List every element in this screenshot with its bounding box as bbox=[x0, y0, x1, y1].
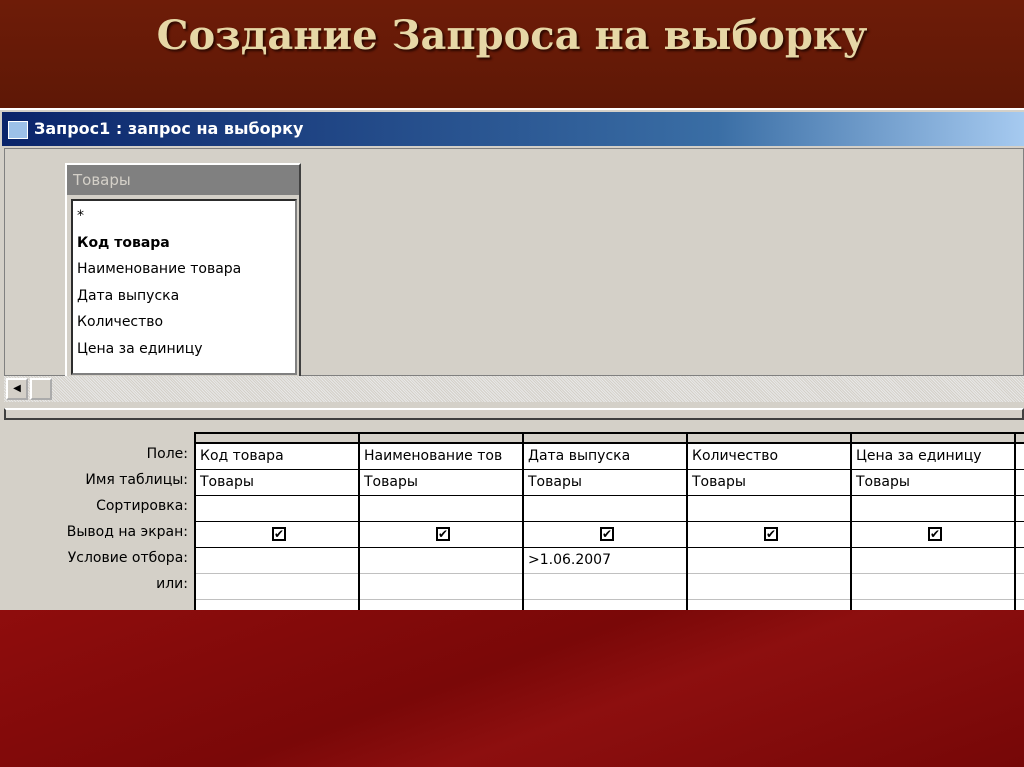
field-item[interactable]: Код товара bbox=[77, 230, 291, 257]
field-item[interactable]: Цена за единицу bbox=[77, 336, 291, 363]
column-selector[interactable] bbox=[688, 432, 850, 444]
window-title: Запрос1 : запрос на выборку bbox=[34, 119, 304, 138]
field-item[interactable]: Наименование товара bbox=[77, 256, 291, 283]
field-item[interactable]: * bbox=[77, 203, 291, 230]
grid-cell-show[interactable]: ✔ bbox=[688, 522, 850, 548]
grid-column bbox=[1014, 432, 1024, 626]
grid-cell-criteria[interactable] bbox=[1016, 548, 1024, 574]
row-label: Поле: bbox=[146, 446, 188, 462]
grid-cell-table[interactable]: Товары bbox=[688, 470, 850, 496]
grid-cell-sort[interactable] bbox=[688, 496, 850, 522]
grid-cell-sort[interactable] bbox=[1016, 496, 1024, 522]
grid-cell-criteria[interactable] bbox=[360, 548, 522, 574]
grid-cell-field[interactable]: Наименование тов bbox=[360, 444, 522, 470]
grid-cell-show[interactable]: ✔ bbox=[524, 522, 686, 548]
table-pane: Товары * Код товара Наименование товара … bbox=[4, 148, 1024, 379]
column-selector[interactable] bbox=[524, 432, 686, 444]
grid-cell-criteria[interactable]: >1.06.2007 bbox=[524, 548, 686, 574]
scroll-left-icon[interactable]: ◀ bbox=[6, 378, 28, 400]
grid-cell-criteria[interactable] bbox=[688, 548, 850, 574]
show-checkbox[interactable]: ✔ bbox=[272, 527, 286, 541]
grid-column: Цена за единицу Товары ✔ bbox=[850, 432, 1014, 626]
grid-cell-table[interactable]: Товары bbox=[852, 470, 1014, 496]
query-icon bbox=[8, 121, 28, 139]
grid-cell-field[interactable]: Количество bbox=[688, 444, 850, 470]
field-item[interactable]: Дата выпуска bbox=[77, 283, 291, 310]
pane-splitter[interactable] bbox=[4, 408, 1024, 420]
field-list-window[interactable]: Товары * Код товара Наименование товара … bbox=[65, 163, 301, 379]
show-checkbox[interactable]: ✔ bbox=[928, 527, 942, 541]
grid-cell-or[interactable] bbox=[196, 574, 358, 600]
scroll-thumb[interactable] bbox=[30, 378, 52, 400]
field-item[interactable]: Количество bbox=[77, 309, 291, 336]
grid-cell-criteria[interactable] bbox=[852, 548, 1014, 574]
grid-column: Код товара Товары ✔ bbox=[194, 432, 358, 626]
query-window: Запрос1 : запрос на выборку Товары * Код… bbox=[0, 108, 1024, 626]
slide-title: Создание Запроса на выборку bbox=[156, 12, 868, 59]
show-checkbox[interactable]: ✔ bbox=[600, 527, 614, 541]
grid-cell-or[interactable] bbox=[1016, 574, 1024, 600]
row-label: или: bbox=[156, 576, 188, 592]
grid-column: Количество Товары ✔ bbox=[686, 432, 850, 626]
grid-cell-field[interactable] bbox=[1016, 444, 1024, 470]
show-checkbox[interactable]: ✔ bbox=[764, 527, 778, 541]
grid-cell-field[interactable]: Дата выпуска bbox=[524, 444, 686, 470]
grid-cell-sort[interactable] bbox=[196, 496, 358, 522]
grid-cell-field[interactable]: Код товара bbox=[196, 444, 358, 470]
grid-cell-or[interactable] bbox=[360, 574, 522, 600]
grid-column: Наименование тов Товары ✔ bbox=[358, 432, 522, 626]
column-selector[interactable] bbox=[196, 432, 358, 444]
row-label: Сортировка: bbox=[96, 498, 188, 514]
column-selector[interactable] bbox=[360, 432, 522, 444]
slide-footer-background bbox=[0, 610, 1024, 767]
grid-column: Дата выпуска Товары ✔ >1.06.2007 bbox=[522, 432, 686, 626]
grid-cell-table[interactable] bbox=[1016, 470, 1024, 496]
grid-cell-table[interactable]: Товары bbox=[524, 470, 686, 496]
grid-cell-show[interactable] bbox=[1016, 522, 1024, 548]
field-list[interactable]: * Код товара Наименование товара Дата вы… bbox=[71, 199, 297, 375]
horizontal-scrollbar[interactable]: ◀ bbox=[4, 376, 1024, 402]
row-label: Условие отбора: bbox=[67, 550, 188, 566]
field-list-title[interactable]: Товары bbox=[67, 165, 299, 195]
grid-cell-sort[interactable] bbox=[360, 496, 522, 522]
grid-cell-or[interactable] bbox=[524, 574, 686, 600]
row-label: Вывод на экран: bbox=[66, 524, 188, 540]
grid-cell-or[interactable] bbox=[852, 574, 1014, 600]
grid-cell-table[interactable]: Товары bbox=[360, 470, 522, 496]
grid-cell-show[interactable]: ✔ bbox=[196, 522, 358, 548]
grid-cell-show[interactable]: ✔ bbox=[852, 522, 1014, 548]
grid-cell-table[interactable]: Товары bbox=[196, 470, 358, 496]
grid-cell-criteria[interactable] bbox=[196, 548, 358, 574]
row-label: Имя таблицы: bbox=[85, 472, 188, 488]
show-checkbox[interactable]: ✔ bbox=[436, 527, 450, 541]
window-titlebar[interactable]: Запрос1 : запрос на выборку bbox=[2, 112, 1024, 146]
grid-cell-sort[interactable] bbox=[852, 496, 1014, 522]
grid-cell-field[interactable]: Цена за единицу bbox=[852, 444, 1014, 470]
slide-header: Создание Запроса на выборку bbox=[0, 0, 1024, 108]
column-selector[interactable] bbox=[1016, 432, 1024, 444]
column-selector[interactable] bbox=[852, 432, 1014, 444]
grid-cell-sort[interactable] bbox=[524, 496, 686, 522]
grid-cell-show[interactable]: ✔ bbox=[360, 522, 522, 548]
grid-cell-or[interactable] bbox=[688, 574, 850, 600]
